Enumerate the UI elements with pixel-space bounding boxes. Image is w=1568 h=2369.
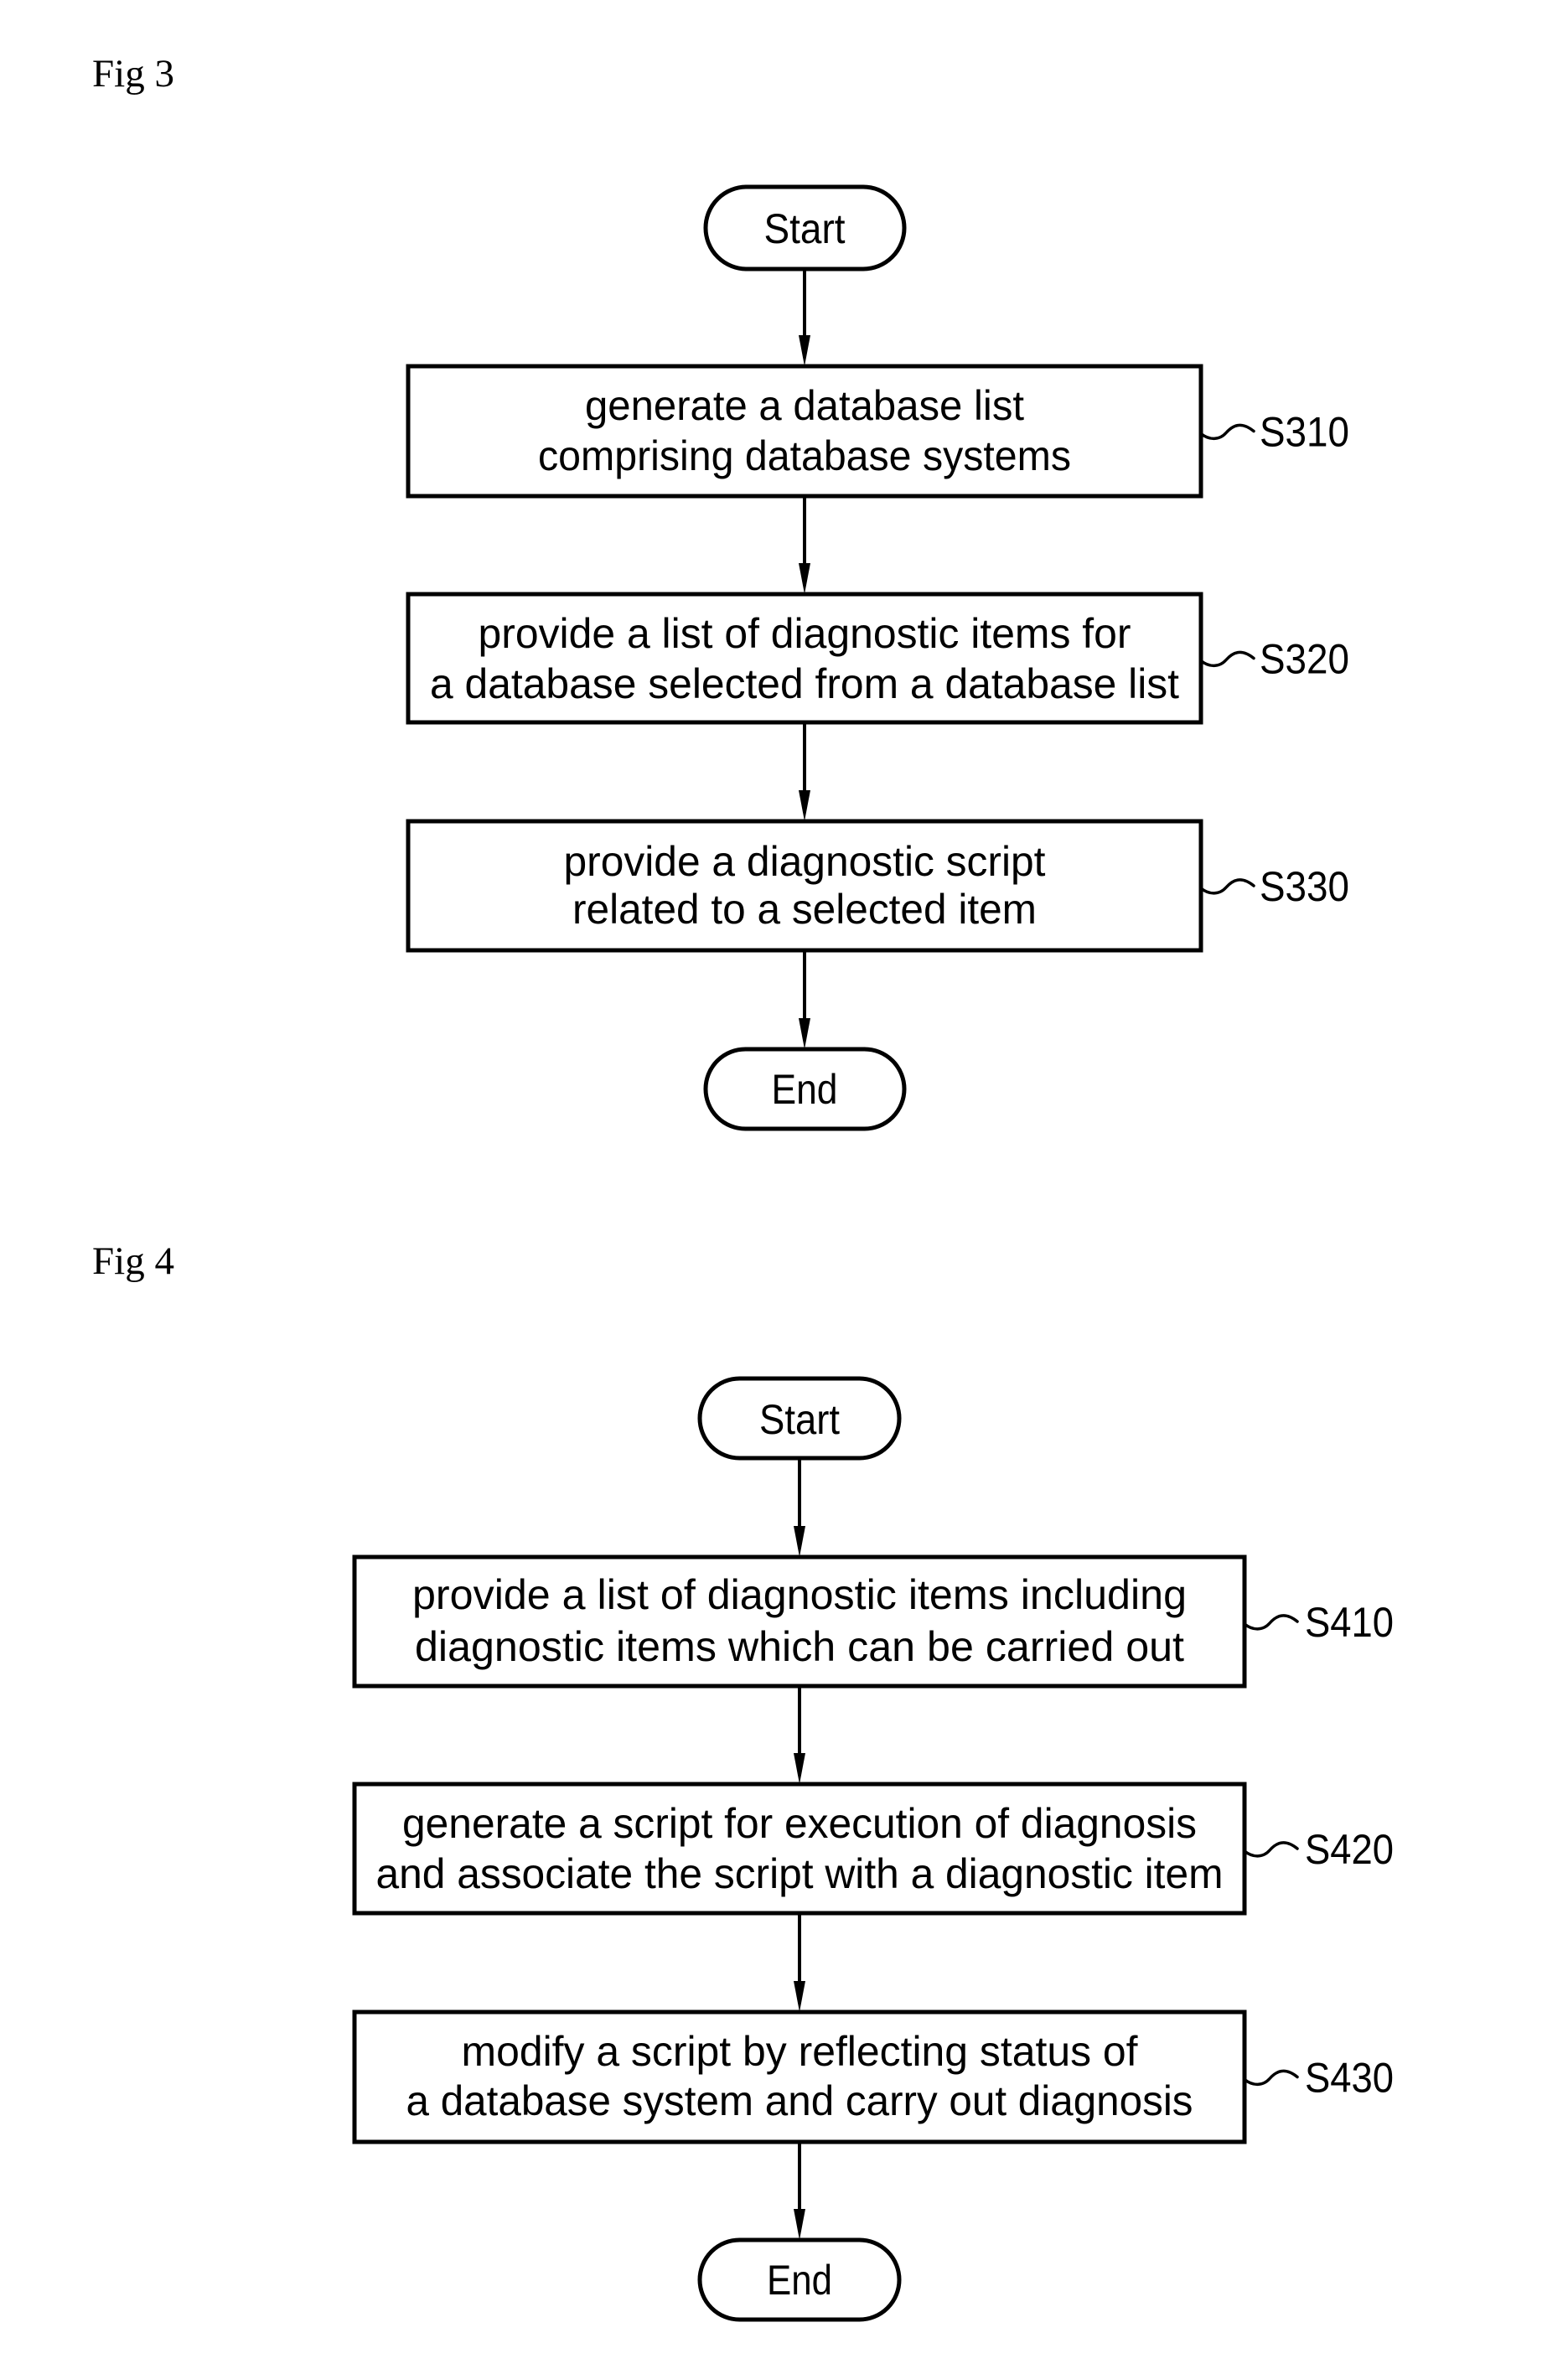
arrowhead-icon [794, 1981, 805, 2012]
figure-3: Fig 3 Start generate a database listcompri… [92, 52, 1349, 1131]
figure-4: Fig 4 Start provide a list of diagnostic i… [92, 1239, 1394, 2322]
start-terminal: Start [703, 184, 907, 272]
step-reference-label: S410 [1305, 1599, 1394, 1646]
figure-label: Fig 3 [92, 52, 174, 96]
start-terminal-label: Start [759, 1396, 840, 1443]
step-text-line: generate a script for execution of diagn… [402, 1800, 1197, 1847]
process-step: generate a script for execution of diagn… [352, 1782, 1394, 1916]
step-text-line: and associate the script with a diagnost… [376, 1850, 1224, 1897]
leader-squiggle-icon [1199, 650, 1255, 668]
arrowhead-icon [794, 1526, 805, 1557]
process-step: provide a list of diagnostic items fora … [406, 592, 1349, 725]
end-terminal: End [697, 2237, 902, 2322]
process-step: provide a diagnostic scriptrelated to a … [406, 819, 1349, 953]
step-reference-label: S320 [1260, 636, 1349, 683]
arrowhead-icon [799, 1018, 810, 1049]
end-terminal: End [703, 1047, 907, 1131]
step-text-line: provide a list of diagnostic items for [479, 610, 1131, 657]
step-text-line: modify a script by reflecting status of [462, 2028, 1138, 2075]
step-text-line: comprising database systems [538, 432, 1071, 479]
figure-label: Fig 4 [92, 1239, 174, 1283]
arrowhead-icon [794, 1753, 805, 1784]
arrowhead-icon [799, 335, 810, 366]
leader-squiggle-icon [1243, 1841, 1299, 1858]
step-text-line: diagnostic items which can be carried ou… [415, 1623, 1184, 1670]
end-terminal-label: End [767, 2257, 832, 2304]
step-text-line: related to a selected item [572, 886, 1037, 933]
process-step: generate a database listcomprising datab… [406, 364, 1349, 499]
arrowhead-icon [794, 2209, 805, 2240]
step-reference-label: S430 [1305, 2055, 1394, 2102]
step-reference-label: S420 [1305, 1826, 1394, 1873]
arrowhead-icon [799, 563, 810, 594]
process-step: modify a script by reflecting status ofa… [352, 2010, 1394, 2144]
step-text-line: generate a database list [585, 382, 1024, 429]
arrowhead-icon [799, 790, 810, 821]
step-reference-label: S330 [1260, 863, 1349, 910]
end-terminal-label: End [772, 1066, 838, 1113]
step-text-line: a database system and carry out diagnosi… [406, 2077, 1193, 2124]
leader-squiggle-icon [1199, 878, 1255, 895]
leader-squiggle-icon [1199, 423, 1255, 441]
step-text-line: a database selected from a database list [430, 660, 1179, 707]
step-text-line: provide a list of diagnostic items inclu… [412, 1571, 1187, 1618]
step-reference-label: S310 [1260, 409, 1349, 456]
process-step: provide a list of diagnostic items inclu… [352, 1554, 1394, 1689]
leader-squiggle-icon [1243, 1614, 1299, 1631]
start-terminal-label: Start [764, 205, 846, 252]
start-terminal: Start [697, 1376, 902, 1461]
step-text-line: provide a diagnostic script [564, 838, 1046, 885]
leader-squiggle-icon [1243, 2069, 1299, 2087]
flowchart-page: Fig 3 Start generate a database listcompri… [92, 52, 1394, 2322]
